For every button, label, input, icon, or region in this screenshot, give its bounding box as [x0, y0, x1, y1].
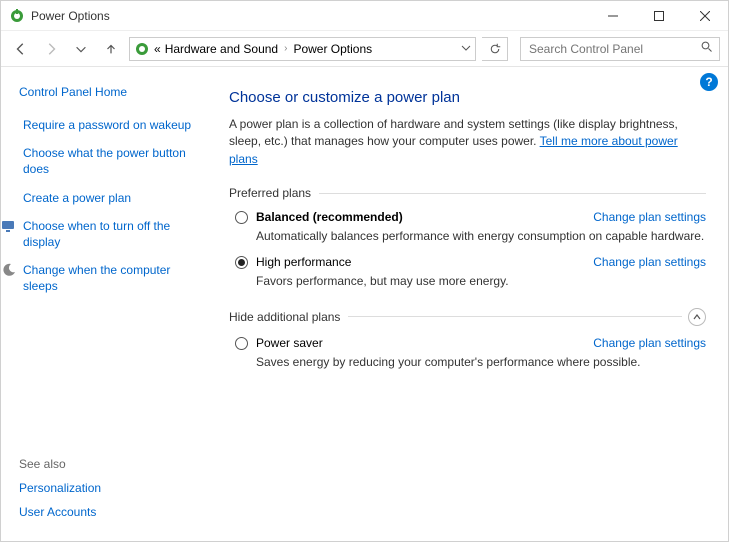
recent-locations-button[interactable]: [69, 37, 93, 61]
plan-high-performance: High performance Change plan settings Fa…: [235, 255, 706, 290]
additional-plans-label: Hide additional plans: [229, 310, 340, 324]
power-options-icon: [134, 41, 150, 57]
control-panel-home-link[interactable]: Control Panel Home: [19, 85, 205, 99]
refresh-button[interactable]: [482, 37, 508, 61]
minimize-button[interactable]: [590, 1, 636, 31]
window-titlebar: Power Options: [1, 1, 728, 31]
plan-balanced: Balanced (recommended) Change plan setti…: [235, 210, 706, 245]
radio-balanced[interactable]: [235, 211, 248, 224]
chevron-right-icon: ›: [282, 43, 289, 54]
search-icon[interactable]: [701, 41, 713, 56]
page-heading: Choose or customize a power plan: [229, 89, 706, 106]
help-button[interactable]: ?: [700, 73, 718, 91]
power-options-icon: [9, 8, 25, 24]
change-settings-high[interactable]: Change plan settings: [593, 255, 706, 269]
see-also-personalization[interactable]: Personalization: [19, 481, 101, 495]
sidebar-link-turn-off-display[interactable]: Choose when to turn off the display: [23, 218, 205, 250]
back-button[interactable]: [9, 37, 33, 61]
plan-saver-desc: Saves energy by reducing your computer's…: [256, 354, 706, 371]
plan-high-desc: Favors performance, but may use more ene…: [256, 273, 706, 290]
address-bar[interactable]: « Hardware and Sound › Power Options: [129, 37, 476, 61]
sidebar-link-sleep[interactable]: Change when the computer sleeps: [23, 262, 205, 294]
search-box[interactable]: [520, 37, 720, 61]
preferred-plans-label: Preferred plans: [229, 186, 311, 200]
up-button[interactable]: [99, 37, 123, 61]
search-input[interactable]: [527, 41, 701, 57]
sleep-icon: [1, 262, 17, 278]
radio-power-saver[interactable]: [235, 337, 248, 350]
sidebar-link-power-button[interactable]: Choose what the power button does: [23, 145, 205, 177]
change-settings-balanced[interactable]: Change plan settings: [593, 210, 706, 224]
see-also-user-accounts[interactable]: User Accounts: [19, 505, 101, 519]
see-also-header: See also: [19, 457, 101, 471]
breadcrumb-prefix: «: [154, 42, 161, 56]
preferred-plans-header: Preferred plans: [229, 186, 706, 200]
maximize-button[interactable]: [636, 1, 682, 31]
plan-saver-title[interactable]: Power saver: [256, 336, 323, 350]
additional-plans-header[interactable]: Hide additional plans: [229, 308, 706, 326]
page-description: A power plan is a collection of hardware…: [229, 116, 706, 168]
plan-power-saver: Power saver Change plan settings Saves e…: [235, 336, 706, 371]
sidebar-link-create-plan[interactable]: Create a power plan: [23, 190, 131, 206]
main-panel: ? Choose or customize a power plan A pow…: [211, 67, 728, 541]
breadcrumb-power-options[interactable]: Power Options: [293, 42, 372, 56]
close-button[interactable]: [682, 1, 728, 31]
navigation-bar: « Hardware and Sound › Power Options: [1, 31, 728, 67]
address-dropdown-icon[interactable]: [461, 42, 471, 56]
see-also-section: See also Personalization User Accounts: [19, 457, 101, 529]
plan-high-title[interactable]: High performance: [256, 255, 351, 269]
sidebar: Control Panel Home Require a password on…: [1, 67, 211, 541]
plan-balanced-title[interactable]: Balanced (recommended): [256, 210, 403, 224]
window-title: Power Options: [31, 9, 110, 23]
plan-balanced-desc: Automatically balances performance with …: [256, 228, 706, 245]
forward-button[interactable]: [39, 37, 63, 61]
collapse-toggle-icon[interactable]: [688, 308, 706, 326]
change-settings-saver[interactable]: Change plan settings: [593, 336, 706, 350]
radio-high-performance[interactable]: [235, 256, 248, 269]
breadcrumb-hardware-sound[interactable]: Hardware and Sound: [165, 42, 278, 56]
display-off-icon: [1, 218, 17, 234]
sidebar-link-password-wakeup[interactable]: Require a password on wakeup: [23, 117, 191, 133]
